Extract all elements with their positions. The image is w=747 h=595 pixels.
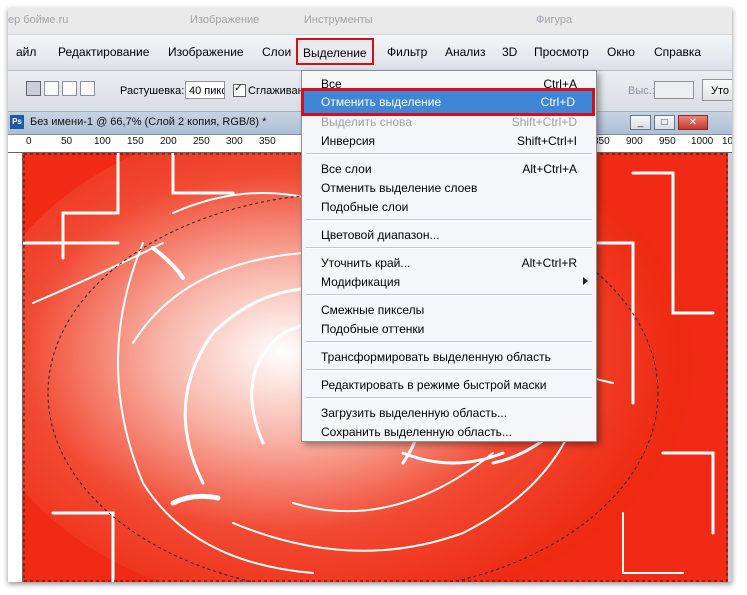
menu-item-label: Трансформировать выделенную область: [321, 350, 551, 364]
menu-item-all-layers[interactable]: Все слои Alt+Ctrl+A: [302, 159, 596, 178]
menu-item-label: Смежные пикселы: [321, 303, 425, 317]
ruler-label: 1050: [722, 136, 732, 147]
menu-view[interactable]: Просмотр: [534, 45, 589, 59]
photoshop-doc-icon: Ps: [10, 115, 24, 129]
antialias-label: Сглаживан: [248, 85, 304, 97]
menu-item-shortcut: Alt+Ctrl+R: [521, 256, 577, 270]
menu-edit[interactable]: Редактирование: [58, 45, 149, 59]
ghost-text: Инструменты: [304, 14, 373, 26]
maximize-icon[interactable]: □: [654, 115, 675, 130]
menu-item-shortcut: Ctrl+D: [540, 95, 575, 109]
minimize-icon[interactable]: _: [630, 115, 651, 130]
menu-item-shortcut: Ctrl+A: [543, 77, 577, 91]
selection-mode-icons: [26, 81, 95, 96]
menu-item-refine-edge[interactable]: Уточнить край... Alt+Ctrl+R: [302, 253, 596, 272]
menu-separator: [306, 294, 592, 296]
menu-separator: [306, 397, 592, 399]
menu-item-label: Загрузить выделенную область...: [321, 406, 508, 420]
height-input[interactable]: [654, 81, 694, 99]
refine-edge-button[interactable]: Уто: [702, 79, 732, 101]
menu-help[interactable]: Справка: [654, 45, 701, 59]
ruler-label: 50: [61, 136, 73, 147]
ruler-label: 150: [127, 136, 144, 147]
menu-item-label: Модификация: [321, 275, 401, 289]
menu-select[interactable]: Выделение: [296, 38, 374, 65]
menu-item-inverse[interactable]: Инверсия Shift+Ctrl+I: [302, 131, 596, 150]
background-window-strip: ер бойме.ru Изображение Инструменты Фигу…: [8, 8, 732, 35]
new-selection-icon[interactable]: [26, 81, 41, 96]
menu-item-similar-layers[interactable]: Подобные слои: [302, 197, 596, 216]
menu-item-transform-selection[interactable]: Трансформировать выделенную область: [302, 347, 596, 366]
menu-analysis[interactable]: Анализ: [445, 45, 486, 59]
menu-separator: [306, 369, 592, 371]
ruler-label: 950: [659, 136, 676, 147]
menu-item-color-range[interactable]: Цветовой диапазон...: [302, 225, 596, 244]
menu-item-shortcut: Shift+Ctrl+I: [516, 134, 577, 148]
menu-item-label: Выделить снова: [321, 115, 412, 129]
ruler-label: 100: [94, 136, 111, 147]
menu-item-deselect[interactable]: Отменить выделение Ctrl+D: [301, 88, 595, 116]
menu-layers[interactable]: Слои: [262, 45, 291, 59]
menu-item-label: Все: [321, 77, 342, 91]
ghost-text: Изображение: [190, 14, 260, 26]
menu-item-grow[interactable]: Смежные пикселы: [302, 300, 596, 319]
menu-item-shortcut: Shift+Ctrl+D: [511, 115, 577, 129]
submenu-arrow-icon: [583, 277, 588, 285]
menu-separator: [306, 247, 592, 249]
menu-filter[interactable]: Фильтр: [387, 45, 427, 59]
menu-item-modify[interactable]: Модификация: [302, 272, 596, 291]
ruler-label: 900: [626, 136, 643, 147]
menu-3d[interactable]: 3D: [502, 45, 517, 59]
menu-item-label: Подобные оттенки: [321, 322, 425, 336]
subtract-selection-icon[interactable]: [62, 81, 77, 96]
menu-item-quick-mask[interactable]: Редактировать в режиме быстрой маски: [302, 375, 596, 394]
menu-item-label: Редактировать в режиме быстрой маски: [321, 378, 547, 392]
menu-item-label: Все слои: [321, 162, 372, 176]
ghost-text: Фигура: [536, 14, 573, 26]
antialias-checkbox[interactable]: [233, 81, 246, 97]
feather-label: Растушевка:: [120, 85, 185, 97]
menu-item-shortcut: Alt+Ctrl+A: [522, 162, 577, 176]
menu-item-load-selection[interactable]: Загрузить выделенную область...: [302, 403, 596, 422]
ruler-label: 350: [259, 136, 276, 147]
close-icon[interactable]: ✕: [678, 115, 708, 130]
ruler-label: 300: [226, 136, 243, 147]
document-title: Без имени-1 @ 66,7% (Слой 2 копия, RGB/8…: [30, 116, 267, 128]
ruler-label: 200: [160, 136, 177, 147]
height-label: Выс.:: [628, 85, 655, 97]
ruler-label: 250: [193, 136, 210, 147]
menu-separator: [306, 153, 592, 155]
ruler-label: 0: [26, 136, 32, 147]
menu-window[interactable]: Окно: [607, 45, 635, 59]
add-to-selection-icon[interactable]: [44, 81, 59, 96]
menu-separator: [306, 341, 592, 343]
menu-item-reselect[interactable]: Выделить снова Shift+Ctrl+D: [302, 112, 596, 131]
menu-item-save-selection[interactable]: Сохранить выделенную область...: [302, 422, 596, 441]
menu-item-label: Сохранить выделенную область...: [321, 425, 512, 439]
menu-item-label: Уточнить край...: [321, 256, 411, 270]
menu-file[interactable]: айл: [16, 45, 36, 59]
feather-input[interactable]: 40 пикс: [185, 81, 225, 99]
menu-item-label: Цветовой диапазон...: [321, 228, 440, 242]
menu-item-label: Отменить выделение слоев: [321, 181, 478, 195]
ghost-text: ер бойме.ru: [8, 14, 69, 26]
menu-image[interactable]: Изображение: [168, 45, 244, 59]
menu-separator: [306, 219, 592, 221]
menu-item-label: Инверсия: [321, 134, 376, 148]
vertical-ruler: [8, 153, 23, 582]
select-menu-dropdown: Все Ctrl+A Отменить выделение Ctrl+D Выд…: [301, 70, 597, 442]
menu-item-similar[interactable]: Подобные оттенки: [302, 319, 596, 338]
intersect-selection-icon[interactable]: [80, 81, 95, 96]
photoshop-window: ер бойме.ru Изображение Инструменты Фигу…: [8, 8, 732, 582]
menubar: айл Редактирование Изображение Слои Выде…: [8, 35, 732, 71]
ruler-label: 1000: [691, 136, 714, 147]
menu-item-deselect-layers[interactable]: Отменить выделение слоев: [302, 178, 596, 197]
menu-item-label: Отменить выделение: [321, 95, 442, 109]
menu-item-label: Подобные слои: [321, 200, 409, 214]
